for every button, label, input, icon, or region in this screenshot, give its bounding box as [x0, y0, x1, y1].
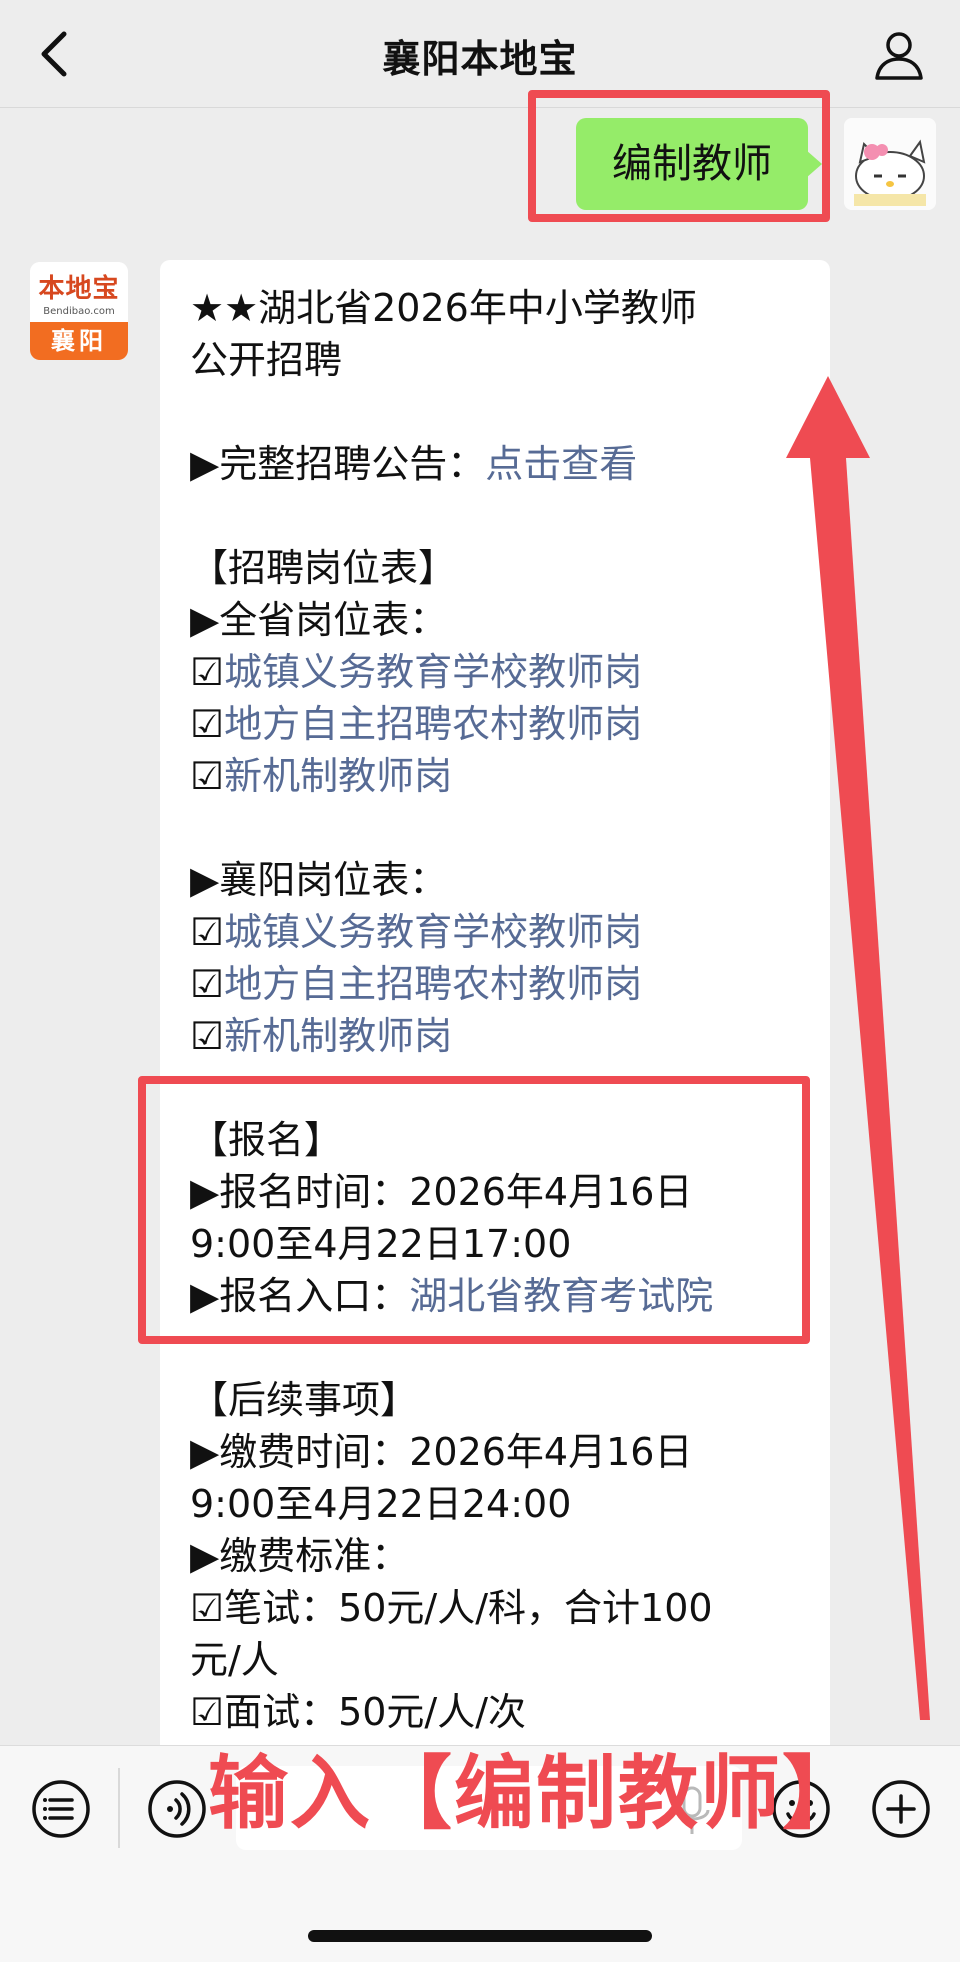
checkbox-icon: ☑ — [190, 702, 225, 746]
follow-up-header: 【后续事项】 — [190, 1378, 419, 1422]
province-item: ☑新机制教师岗 — [190, 750, 800, 802]
xiangyang-item-link[interactable]: 地方自主招聘农村教师岗 — [224, 962, 642, 1006]
province-item-link[interactable]: 地方自主招聘农村教师岗 — [224, 702, 642, 746]
instruction-overlay-text: 输入【编制教师】 — [208, 1747, 864, 1840]
highlight-box-sent — [528, 90, 830, 222]
reply-title-line: 公开招聘 — [190, 338, 343, 382]
notice-link[interactable]: 点击查看 — [485, 442, 637, 486]
fee-time: 9:00至4月22日24:00 — [190, 1482, 572, 1526]
user-icon[interactable] — [872, 28, 926, 82]
reply-title-line: ★★湖北省2026年中小学教师 — [190, 286, 697, 330]
fee-written: 元/人 — [190, 1638, 279, 1682]
reply-message-bubble: ★★湖北省2026年中小学教师 公开招聘 ▶完整招聘公告：点击查看 【招聘岗位表… — [160, 260, 830, 1760]
fee-standard-label: ▶缴费标准： — [190, 1534, 410, 1578]
province-label: ▶全省岗位表： — [190, 598, 448, 642]
voice-icon[interactable] — [144, 1776, 210, 1842]
bot-avatar-brand: 本地宝 — [38, 274, 120, 304]
user-avatar[interactable] — [844, 118, 936, 210]
fee-written: ☑笔试：50元/人/科，合计100 — [190, 1586, 713, 1630]
input-bar-divider — [118, 1768, 120, 1848]
bot-avatar-city: 襄阳 — [30, 322, 128, 360]
positions-header: 【招聘岗位表】 — [190, 546, 457, 590]
highlight-box-registration — [138, 1076, 810, 1344]
province-item: ☑地方自主招聘农村教师岗 — [190, 698, 800, 750]
province-item-link[interactable]: 城镇义务教育学校教师岗 — [224, 650, 642, 694]
xiangyang-label: ▶襄阳岗位表： — [190, 858, 448, 902]
notice-label: ▶完整招聘公告： — [190, 442, 486, 486]
fee-time: ▶缴费时间：2026年4月16日 — [190, 1430, 693, 1474]
xiangyang-item-link[interactable]: 城镇义务教育学校教师岗 — [224, 910, 642, 954]
bot-avatar-sub: Bendibao.com — [43, 306, 115, 317]
xiangyang-item: ☑地方自主招聘农村教师岗 — [190, 958, 800, 1010]
checkbox-icon: ☑ — [190, 962, 225, 1006]
bot-avatar-logo: 本地宝 Bendibao.com — [30, 262, 128, 322]
chat-title: 襄阳本地宝 — [382, 37, 578, 81]
checkbox-icon: ☑ — [190, 1014, 225, 1058]
red-arrow-annotation — [786, 376, 930, 1720]
checkbox-icon: ☑ — [190, 910, 225, 954]
hello-kitty-avatar-icon — [844, 118, 936, 210]
home-indicator[interactable] — [308, 1930, 652, 1942]
menu-list-icon[interactable] — [28, 1776, 94, 1842]
plus-icon[interactable] — [868, 1776, 934, 1842]
xiangyang-item: ☑新机制教师岗 — [190, 1010, 800, 1062]
province-item: ☑城镇义务教育学校教师岗 — [190, 646, 800, 698]
bot-avatar[interactable]: 本地宝 Bendibao.com 襄阳 — [30, 262, 128, 360]
checkbox-icon: ☑ — [190, 650, 225, 694]
checkbox-icon: ☑ — [190, 754, 225, 798]
fee-interview: ☑面试：50元/人/次 — [190, 1690, 527, 1734]
province-item-link[interactable]: 新机制教师岗 — [224, 754, 452, 798]
xiangyang-item: ☑城镇义务教育学校教师岗 — [190, 906, 800, 958]
notice-line: ▶完整招聘公告：点击查看 — [190, 438, 800, 490]
xiangyang-item-link[interactable]: 新机制教师岗 — [224, 1014, 452, 1058]
